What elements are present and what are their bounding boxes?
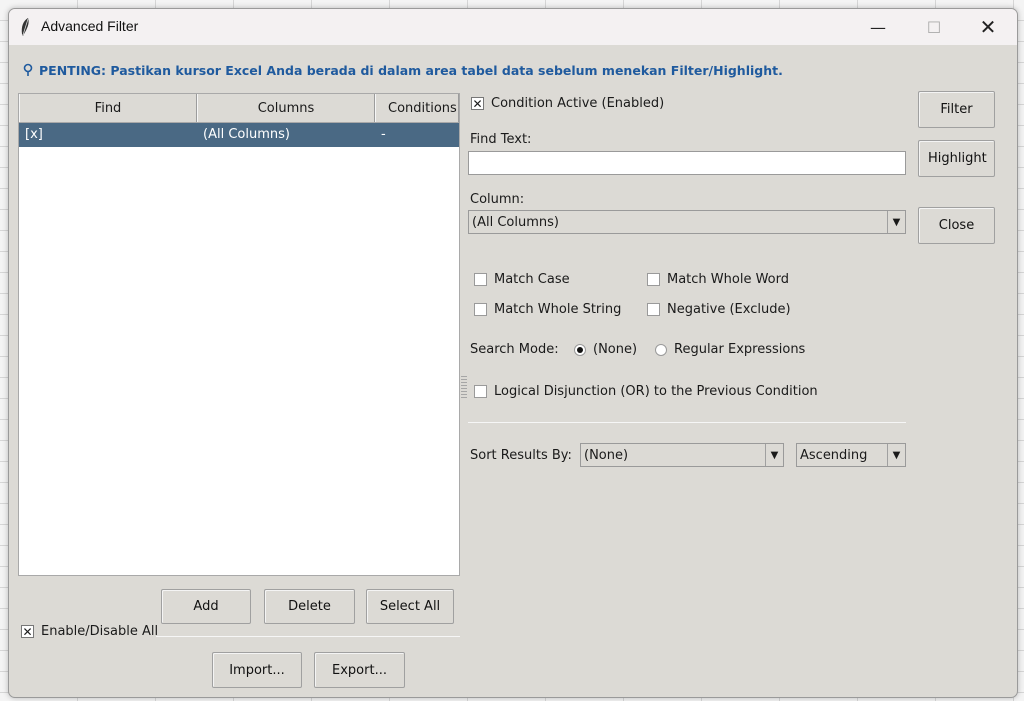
add-button[interactable]: Add bbox=[161, 589, 251, 624]
chevron-down-icon[interactable]: ▼ bbox=[887, 211, 905, 233]
conditions-list[interactable]: Find Columns Conditions [x] (All Columns… bbox=[18, 93, 460, 576]
checkbox-box bbox=[474, 273, 487, 286]
logical-disjunction-label: Logical Disjunction (OR) to the Previous… bbox=[494, 384, 818, 399]
sort-results-label: Sort Results By: bbox=[470, 448, 572, 463]
match-whole-word-label: Match Whole Word bbox=[667, 272, 790, 287]
advanced-filter-dialog: Advanced Filter — ☐ ✕ PENTING: Pastikan … bbox=[8, 8, 1018, 698]
feather-icon bbox=[21, 18, 29, 36]
radio-dot bbox=[655, 343, 667, 356]
pane-splitter-handle[interactable] bbox=[461, 376, 467, 400]
search-mode-none-radio[interactable]: (None) bbox=[574, 342, 637, 357]
window-title: Advanced Filter bbox=[41, 18, 139, 34]
find-text-label: Find Text: bbox=[470, 132, 532, 147]
checkbox-box: ✕ bbox=[21, 624, 34, 639]
column-select-value: (All Columns) bbox=[472, 214, 559, 230]
sort-order-value: Ascending bbox=[800, 447, 868, 463]
radio-dot bbox=[574, 343, 586, 356]
cell-find: [x] bbox=[25, 127, 43, 142]
checkbox-box bbox=[647, 303, 660, 316]
close-button[interactable]: Close bbox=[918, 207, 995, 244]
title-bar: Advanced Filter — ☐ ✕ bbox=[9, 9, 1017, 45]
highlight-button[interactable]: Highlight bbox=[918, 140, 995, 177]
column-label: Column: bbox=[470, 192, 525, 207]
chevron-down-icon[interactable]: ▼ bbox=[765, 444, 783, 466]
divider bbox=[468, 422, 906, 423]
cell-columns: (All Columns) bbox=[203, 127, 290, 142]
column-header-find[interactable]: Find bbox=[19, 94, 197, 122]
close-window-button[interactable]: ✕ bbox=[965, 9, 1011, 45]
filter-button[interactable]: Filter bbox=[918, 91, 995, 128]
column-select[interactable]: (All Columns) ▼ bbox=[468, 210, 906, 234]
chevron-down-icon[interactable]: ▼ bbox=[887, 444, 905, 466]
enable-disable-all-checkbox[interactable]: ✕ Enable/Disable All bbox=[21, 624, 158, 639]
find-text-input[interactable] bbox=[468, 151, 906, 175]
match-whole-string-checkbox[interactable]: Match Whole String bbox=[474, 302, 621, 317]
search-mode-regex-radio[interactable]: Regular Expressions bbox=[655, 342, 805, 357]
select-all-button[interactable]: Select All bbox=[366, 589, 454, 624]
enable-disable-all-label: Enable/Disable All bbox=[41, 624, 159, 639]
checkbox-box: ✕ bbox=[471, 96, 484, 111]
import-button[interactable]: Import... bbox=[212, 652, 302, 688]
divider bbox=[156, 636, 460, 637]
export-button[interactable]: Export... bbox=[314, 652, 405, 688]
match-whole-string-label: Match Whole String bbox=[494, 302, 622, 317]
sort-by-value: (None) bbox=[584, 447, 629, 463]
maximize-button[interactable]: ☐ bbox=[911, 9, 957, 45]
pin-icon bbox=[23, 63, 33, 76]
checkbox-box bbox=[647, 273, 660, 286]
negative-exclude-label: Negative (Exclude) bbox=[667, 302, 791, 317]
checkbox-box bbox=[474, 385, 487, 398]
condition-active-checkbox[interactable]: ✕ Condition Active (Enabled) bbox=[471, 96, 664, 111]
match-case-label: Match Case bbox=[494, 272, 570, 287]
column-header-conditions[interactable]: Conditions bbox=[375, 94, 459, 122]
sort-order-select[interactable]: Ascending ▼ bbox=[796, 443, 906, 467]
list-item[interactable]: [x] (All Columns) - bbox=[19, 123, 459, 147]
search-mode-label: Search Mode: bbox=[470, 342, 559, 357]
search-mode-regex-label: Regular Expressions bbox=[674, 342, 806, 357]
condition-active-label: Condition Active (Enabled) bbox=[491, 96, 665, 111]
negative-exclude-checkbox[interactable]: Negative (Exclude) bbox=[647, 302, 791, 317]
match-case-checkbox[interactable]: Match Case bbox=[474, 272, 570, 287]
checkbox-box bbox=[474, 303, 487, 316]
list-header: Find Columns Conditions bbox=[19, 94, 459, 123]
delete-button[interactable]: Delete bbox=[264, 589, 355, 624]
column-header-columns[interactable]: Columns bbox=[197, 94, 375, 122]
notice-text: PENTING: Pastikan kursor Excel Anda bera… bbox=[39, 62, 783, 78]
minimize-button[interactable]: — bbox=[855, 9, 901, 45]
cell-conditions: - bbox=[381, 127, 386, 142]
notice-banner: PENTING: Pastikan kursor Excel Anda bera… bbox=[23, 61, 783, 79]
sort-by-select[interactable]: (None) ▼ bbox=[580, 443, 784, 467]
logical-disjunction-checkbox[interactable]: Logical Disjunction (OR) to the Previous… bbox=[474, 384, 818, 399]
search-mode-none-label: (None) bbox=[593, 342, 638, 357]
match-whole-word-checkbox[interactable]: Match Whole Word bbox=[647, 272, 789, 287]
